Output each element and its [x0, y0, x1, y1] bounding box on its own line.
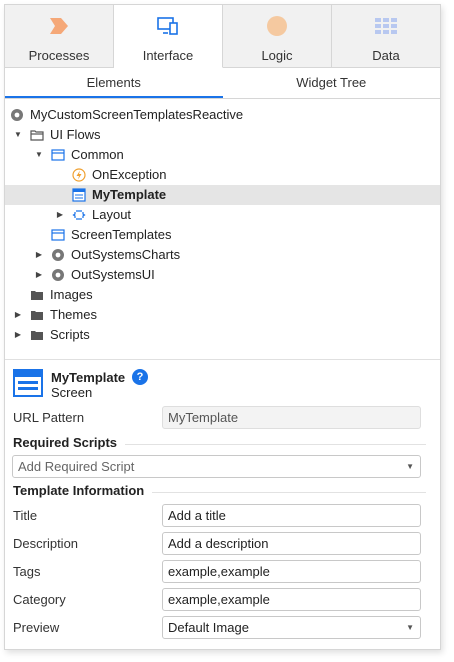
- tree-item-outsystemscharts[interactable]: ▶ OutSystemsCharts: [5, 245, 440, 265]
- tree-item-common[interactable]: ▼ Common: [5, 145, 440, 165]
- add-required-script-row: Add Required Script ▼: [5, 454, 440, 480]
- screen-icon: [72, 188, 86, 202]
- title-row: Title Add a title: [5, 502, 440, 530]
- url-pattern-field: MyTemplate: [162, 406, 421, 429]
- description-field[interactable]: Add a description: [162, 532, 421, 555]
- tree-label: Scripts: [50, 327, 90, 342]
- section-title: Template Information: [13, 483, 153, 498]
- tab-widget-tree[interactable]: Widget Tree: [223, 68, 441, 98]
- properties-header: MyTemplate ? Screen: [5, 360, 440, 404]
- help-icon[interactable]: ?: [132, 369, 148, 385]
- tree-item-root[interactable]: MyCustomScreenTemplatesReactive: [5, 105, 440, 125]
- section-title: Required Scripts: [13, 435, 126, 450]
- tree-label: Images: [50, 287, 93, 302]
- tab-processes[interactable]: Processes: [5, 5, 114, 67]
- preview-row: Preview Default Image ▼: [5, 614, 440, 642]
- element-kind: Screen: [51, 385, 93, 400]
- select-placeholder: Add Required Script: [18, 459, 135, 474]
- module-icon: [10, 108, 24, 122]
- add-required-script-select[interactable]: Add Required Script ▼: [12, 455, 421, 478]
- tree-item-mytemplate[interactable]: MyTemplate: [5, 185, 440, 205]
- tree-item-images[interactable]: Images: [5, 285, 440, 305]
- tree-item-scripts[interactable]: ▶ Scripts: [5, 325, 440, 345]
- tree-label: MyCustomScreenTemplatesReactive: [30, 107, 244, 122]
- folder-icon: [30, 308, 44, 322]
- tree-item-ui-flows[interactable]: ▼ UI Flows: [5, 125, 440, 145]
- tree-label: Common: [71, 147, 124, 162]
- module-panel: Processes Interface Logic Data Elements …: [4, 4, 441, 650]
- tree-label: ScreenTemplates: [71, 227, 172, 242]
- tab-label: Processes: [28, 48, 90, 63]
- tab-logic[interactable]: Logic: [223, 5, 332, 67]
- title-label: Title: [13, 508, 38, 523]
- module-icon: [51, 248, 65, 262]
- url-pattern-row: URL Pattern MyTemplate: [5, 404, 440, 432]
- collapsed-caret-icon[interactable]: ▶: [34, 245, 44, 265]
- category-label: Category: [13, 592, 66, 607]
- tree-item-layout[interactable]: ▶ Layout: [5, 205, 440, 225]
- main-tabs: Processes Interface Logic Data: [5, 5, 440, 68]
- element-name: MyTemplate: [51, 370, 126, 385]
- open-folder-icon: [30, 128, 44, 142]
- tree-label: OutSystemsUI: [71, 267, 155, 282]
- required-scripts-section: Required Scripts: [5, 432, 440, 454]
- tree-label: MyTemplate: [92, 187, 167, 202]
- tags-row: Tags example,example: [5, 558, 440, 586]
- expanded-caret-icon[interactable]: ▼: [13, 125, 23, 145]
- folder-icon: [30, 328, 44, 342]
- preview-selected-value: Default Image: [168, 620, 249, 635]
- template-information-section: Template Information: [5, 480, 440, 502]
- category-row: Category example,example: [5, 586, 440, 614]
- chevron-down-icon: ▼: [406, 623, 414, 632]
- preview-label: Preview: [13, 620, 60, 635]
- tags-label: Tags: [13, 564, 41, 579]
- tree-item-screentemplates[interactable]: ScreenTemplates: [5, 225, 440, 245]
- ui-flow-icon: [51, 148, 65, 162]
- module-icon: [51, 268, 65, 282]
- tags-field[interactable]: example,example: [162, 560, 421, 583]
- tree-label: UI Flows: [50, 127, 101, 142]
- tree-label: OutSystemsCharts: [71, 247, 181, 262]
- folder-icon: [30, 288, 44, 302]
- tab-data[interactable]: Data: [332, 5, 440, 67]
- tree-item-onexception[interactable]: OnException: [5, 165, 440, 185]
- expanded-caret-icon[interactable]: ▼: [34, 145, 44, 165]
- collapsed-caret-icon[interactable]: ▶: [13, 325, 23, 345]
- description-row: Description Add a description: [5, 530, 440, 558]
- chevron-down-icon: ▼: [406, 462, 414, 471]
- title-field[interactable]: Add a title: [162, 504, 421, 527]
- tab-label: Logic: [261, 48, 293, 63]
- collapsed-caret-icon[interactable]: ▶: [13, 305, 23, 325]
- url-pattern-label: URL Pattern: [13, 410, 85, 425]
- screen-icon: [13, 369, 43, 397]
- sub-tabs: Elements Widget Tree: [5, 68, 440, 99]
- block-icon: [72, 208, 86, 222]
- tree-label: Layout: [92, 207, 132, 222]
- tab-interface[interactable]: Interface: [114, 5, 223, 68]
- lightning-icon: [72, 168, 86, 182]
- tab-elements[interactable]: Elements: [5, 68, 223, 98]
- tree-label: OnException: [92, 167, 167, 182]
- tree-item-themes[interactable]: ▶ Themes: [5, 305, 440, 325]
- description-label: Description: [13, 536, 79, 551]
- collapsed-caret-icon[interactable]: ▶: [34, 265, 44, 285]
- ui-flow-icon: [51, 228, 65, 242]
- elements-tree: MyCustomScreenTemplatesReactive ▼ UI Flo…: [5, 99, 440, 360]
- logic-circle-icon: [266, 15, 288, 37]
- data-grid-icon: [375, 15, 397, 37]
- interface-monitor-icon: [157, 15, 179, 37]
- preview-select[interactable]: Default Image ▼: [162, 616, 421, 639]
- processes-chevron-icon: [49, 15, 69, 37]
- collapsed-caret-icon[interactable]: ▶: [55, 205, 65, 225]
- tree-label: Themes: [50, 307, 97, 322]
- tab-label: Interface: [142, 48, 194, 63]
- tree-item-outsystemsui[interactable]: ▶ OutSystemsUI: [5, 265, 440, 285]
- tab-label: Data: [372, 48, 400, 63]
- category-field[interactable]: example,example: [162, 588, 421, 611]
